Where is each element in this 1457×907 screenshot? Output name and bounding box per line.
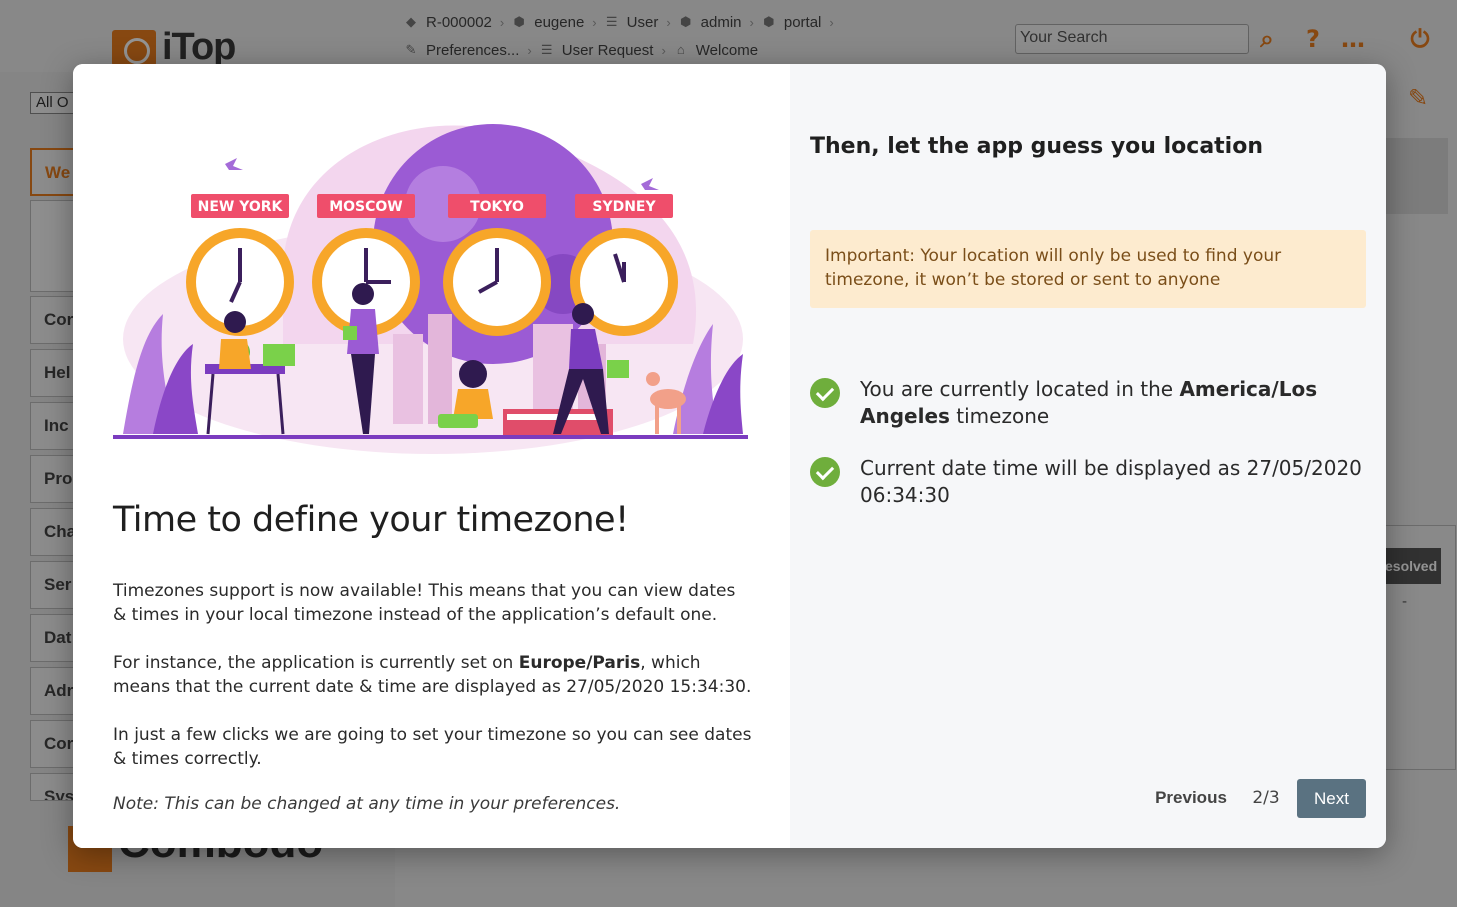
city-label: NEW YORK <box>191 194 289 218</box>
city-label: MOSCOW <box>317 194 415 218</box>
world-clocks-illustration: NEW YORK MOSCOW TOKYO SYDNEY <box>113 124 748 454</box>
example-paragraph: For instance, the application is current… <box>113 653 752 697</box>
detected-timezone-text: You are currently located in the America… <box>860 377 1318 428</box>
svg-text:MOSCOW: MOSCOW <box>329 199 403 215</box>
detected-timezone-row: You are currently located in the America… <box>810 376 1370 430</box>
next-button[interactable]: Next <box>1297 779 1366 818</box>
modal-right-pane: Then, let the app guess you location Imp… <box>790 64 1386 848</box>
city-label: SYDNEY <box>575 194 673 218</box>
current-timezone: Europe/Paris <box>518 653 641 673</box>
svg-text:NEW YORK: NEW YORK <box>198 199 284 215</box>
intro-paragraph: Timezones support is now available! This… <box>113 581 736 625</box>
city-label: TOKYO <box>448 194 546 218</box>
previous-button[interactable]: Previous <box>1146 782 1236 814</box>
check-circle-icon <box>810 378 840 408</box>
check-circle-icon <box>810 457 840 487</box>
step-title: Then, let the app guess you location <box>810 134 1263 159</box>
svg-text:SYDNEY: SYDNEY <box>592 199 656 215</box>
timezone-modal: NEW YORK MOSCOW TOKYO SYDNEY Time to def… <box>73 64 1386 848</box>
display-datetime-text: Current date time will be displayed as 2… <box>860 456 1362 507</box>
clock-icon <box>443 228 551 336</box>
instructions-paragraph: In just a few clicks we are going to set… <box>113 725 752 769</box>
privacy-alert: Important: Your location will only be us… <box>810 230 1366 308</box>
display-datetime-row: Current date time will be displayed as 2… <box>810 455 1370 509</box>
page-title: Time to define your timezone! <box>113 500 629 540</box>
svg-text:TOKYO: TOKYO <box>470 199 524 215</box>
note-text: Note: This can be changed at any time in… <box>113 794 621 814</box>
modal-left-pane: NEW YORK MOSCOW TOKYO SYDNEY Time to def… <box>73 64 790 848</box>
page-indicator: 2/3 <box>1252 788 1280 808</box>
